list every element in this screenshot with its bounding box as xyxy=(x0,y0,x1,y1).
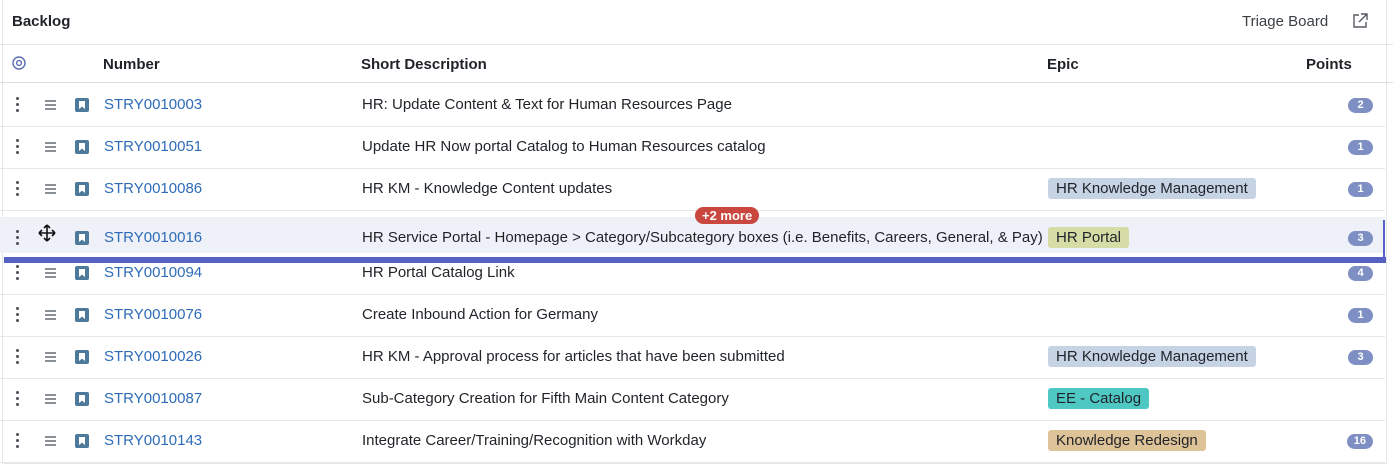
column-header-short-description[interactable]: Short Description xyxy=(361,56,487,73)
story-number-link[interactable]: STRY0010051 xyxy=(104,138,202,155)
short-description: Sub-Category Creation for Fifth Main Con… xyxy=(362,390,729,407)
epic-tag[interactable]: HR Knowledge Management xyxy=(1048,346,1256,367)
column-header-number[interactable]: Number xyxy=(103,56,160,73)
story-number-link[interactable]: STRY0010087 xyxy=(104,390,202,407)
triage-board-link[interactable]: Triage Board xyxy=(1242,13,1328,30)
story-icon xyxy=(75,98,89,112)
drag-handle-icon[interactable] xyxy=(45,268,57,278)
drag-handle-icon[interactable] xyxy=(45,310,57,320)
story-number-link[interactable]: STRY0010143 xyxy=(104,432,202,449)
drag-handle-icon[interactable] xyxy=(45,436,57,446)
table-row[interactable]: STRY0010087 Sub-Category Creation for Fif… xyxy=(0,378,1385,421)
drag-handle-icon[interactable] xyxy=(45,352,57,362)
story-number-link[interactable]: STRY0010003 xyxy=(104,96,202,113)
story-icon xyxy=(75,182,89,196)
row-menu-icon[interactable] xyxy=(13,265,23,281)
points-badge: 16 xyxy=(1346,434,1373,449)
column-header-epic[interactable]: Epic xyxy=(1047,56,1079,73)
table-row[interactable]: STRY0010076 Create Inbound Action for Ger… xyxy=(0,294,1385,337)
short-description: HR Service Portal - Homepage > Category/… xyxy=(362,229,1043,246)
row-menu-icon[interactable] xyxy=(13,181,23,197)
drag-handle-icon[interactable] xyxy=(45,100,57,110)
short-description: Create Inbound Action for Germany xyxy=(362,306,598,323)
story-number-link[interactable]: STRY0010076 xyxy=(104,306,202,323)
row-menu-icon[interactable] xyxy=(13,230,23,246)
epic-tag[interactable]: EE - Catalog xyxy=(1048,388,1150,409)
drag-handle-icon[interactable] xyxy=(45,184,57,194)
story-icon xyxy=(75,266,89,280)
epic-tag[interactable]: Knowledge Redesign xyxy=(1048,430,1206,451)
row-menu-icon[interactable] xyxy=(13,391,23,407)
points-badge: 1 xyxy=(1348,140,1373,155)
epic-tag[interactable]: HR Knowledge Management xyxy=(1048,178,1256,199)
points-badge: 3 xyxy=(1348,231,1373,246)
short-description: Update HR Now portal Catalog to Human Re… xyxy=(362,138,766,155)
short-description: HR KM - Approval process for articles th… xyxy=(362,348,785,365)
table-row[interactable]: STRY0010003 HR: Update Content & Text for… xyxy=(0,84,1385,127)
table-row[interactable]: STRY0010016 HR Service Portal - Homepage … xyxy=(0,217,1385,253)
story-icon xyxy=(75,308,89,322)
drop-indicator-edge xyxy=(1383,220,1385,260)
table-row[interactable]: STRY0010026 HR KM - Approval process for … xyxy=(0,336,1385,379)
drag-handle-icon[interactable] xyxy=(45,142,57,152)
points-badge: 2 xyxy=(1348,98,1373,113)
short-description: HR Portal Catalog Link xyxy=(362,264,515,281)
points-badge: 4 xyxy=(1348,266,1373,281)
row-menu-icon[interactable] xyxy=(13,97,23,113)
short-description: HR KM - Knowledge Content updates xyxy=(362,180,613,197)
story-icon xyxy=(75,434,89,448)
story-number-link[interactable]: STRY0010016 xyxy=(104,229,202,246)
column-header-points[interactable]: Points xyxy=(1306,56,1352,73)
story-number-link[interactable]: STRY0010094 xyxy=(104,264,202,281)
points-badge: 3 xyxy=(1348,350,1373,365)
row-menu-icon[interactable] xyxy=(13,433,23,449)
drag-handle-icon[interactable] xyxy=(45,394,57,404)
epic-tag[interactable]: HR Portal xyxy=(1048,227,1130,248)
story-icon xyxy=(75,350,89,364)
table-row[interactable]: STRY0010086 HR KM - Knowledge Content upd… xyxy=(0,168,1385,211)
row-menu-icon[interactable] xyxy=(13,139,23,155)
story-number-link[interactable]: STRY0010086 xyxy=(104,180,202,197)
points-badge: 1 xyxy=(1348,182,1373,197)
drop-indicator xyxy=(4,257,1386,263)
row-menu-icon[interactable] xyxy=(13,349,23,365)
table-row[interactable]: STRY0010051 Update HR Now portal Catalog … xyxy=(0,126,1385,169)
table-row[interactable]: STRY0010143 Integrate Career/Training/Rec… xyxy=(0,420,1385,463)
row-menu-icon[interactable] xyxy=(13,307,23,323)
drag-count-badge: +2 more xyxy=(695,207,760,224)
table-header: Number Short Description Epic Points xyxy=(0,45,1393,83)
panel-title: Backlog xyxy=(12,13,71,30)
gear-icon[interactable] xyxy=(11,55,27,71)
story-number-link[interactable]: STRY0010026 xyxy=(104,348,202,365)
short-description: HR: Update Content & Text for Human Reso… xyxy=(362,96,732,113)
move-cursor-icon xyxy=(38,224,56,242)
panel-header: Backlog Triage Board xyxy=(0,0,1393,45)
points-badge: 1 xyxy=(1348,308,1373,323)
external-link-icon[interactable] xyxy=(1351,12,1369,30)
story-icon xyxy=(75,140,89,154)
story-icon xyxy=(75,392,89,406)
story-icon xyxy=(75,231,89,245)
short-description: Integrate Career/Training/Recognition wi… xyxy=(362,432,707,449)
